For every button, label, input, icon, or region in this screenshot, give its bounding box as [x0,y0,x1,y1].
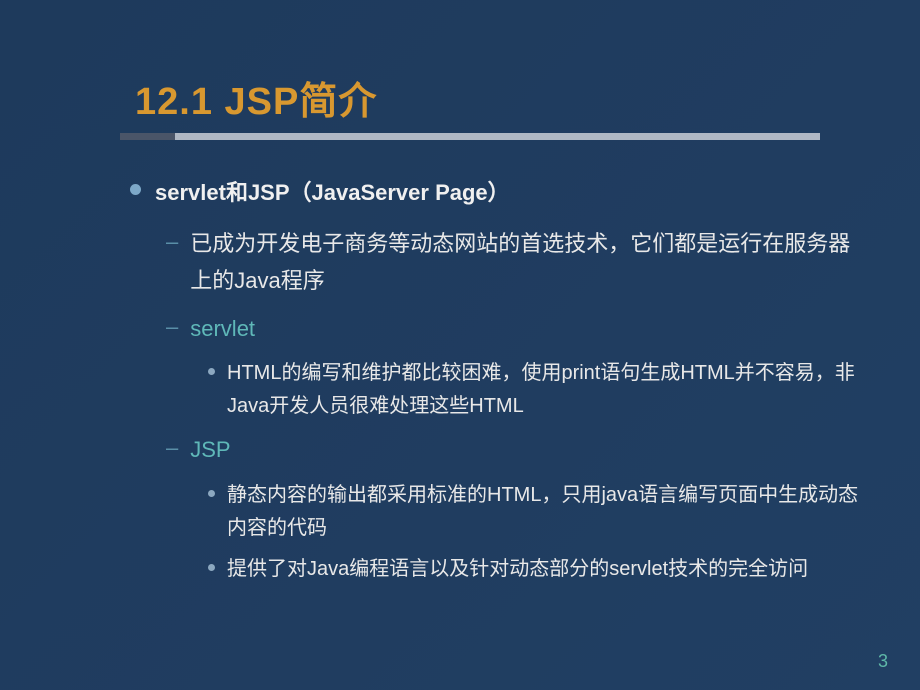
title-underline [120,133,820,140]
jsp-item2-row: 提供了对Java编程语言以及针对动态部分的servlet技术的完全访问 [208,553,860,586]
bullet-icon [130,184,141,195]
bullet-small-icon [208,564,215,571]
slide-title: 12.1 JSP简介 [135,70,920,125]
dash-icon: – [166,223,178,260]
main-heading-row: servlet和JSP（JavaServer Page） [130,175,860,207]
jsp-item1-row: 静态内容的输出都采用标准的HTML，只用java语言编写页面中生成动态内容的代码 [208,479,860,545]
content-area: servlet和JSP（JavaServer Page） – 已成为开发电子商务… [130,175,860,586]
jsp-item2: 提供了对Java编程语言以及针对动态部分的servlet技术的完全访问 [227,553,808,586]
dash-icon: – [166,429,178,466]
title-block: 12.1 JSP简介 [135,70,920,140]
bullet-small-icon [208,368,215,375]
slide-container: 12.1 JSP简介 servlet和JSP（JavaServer Page） … [0,0,920,586]
jsp-heading-row: – JSP [166,431,860,468]
jsp-item1: 静态内容的输出都采用标准的HTML，只用java语言编写页面中生成动态内容的代码 [227,479,860,545]
servlet-item-row: HTML的编写和维护都比较困难，使用print语句生成HTML并不容易，非Jav… [208,357,860,423]
servlet-heading-row: – servlet [166,310,860,347]
main-heading: servlet和JSP（JavaServer Page） [155,175,510,207]
page-number: 3 [878,651,888,672]
jsp-heading: JSP [190,431,230,468]
dash-icon: – [166,308,178,345]
bullet-small-icon [208,490,215,497]
intro-text: 已成为开发电子商务等动态网站的首选技术，它们都是运行在服务器上的Java程序 [190,225,860,300]
underline-main [175,133,820,140]
intro-row: – 已成为开发电子商务等动态网站的首选技术，它们都是运行在服务器上的Java程序 [166,225,860,300]
servlet-item1: HTML的编写和维护都比较困难，使用print语句生成HTML并不容易，非Jav… [227,357,860,423]
servlet-heading: servlet [190,310,255,347]
underline-accent [120,133,175,140]
